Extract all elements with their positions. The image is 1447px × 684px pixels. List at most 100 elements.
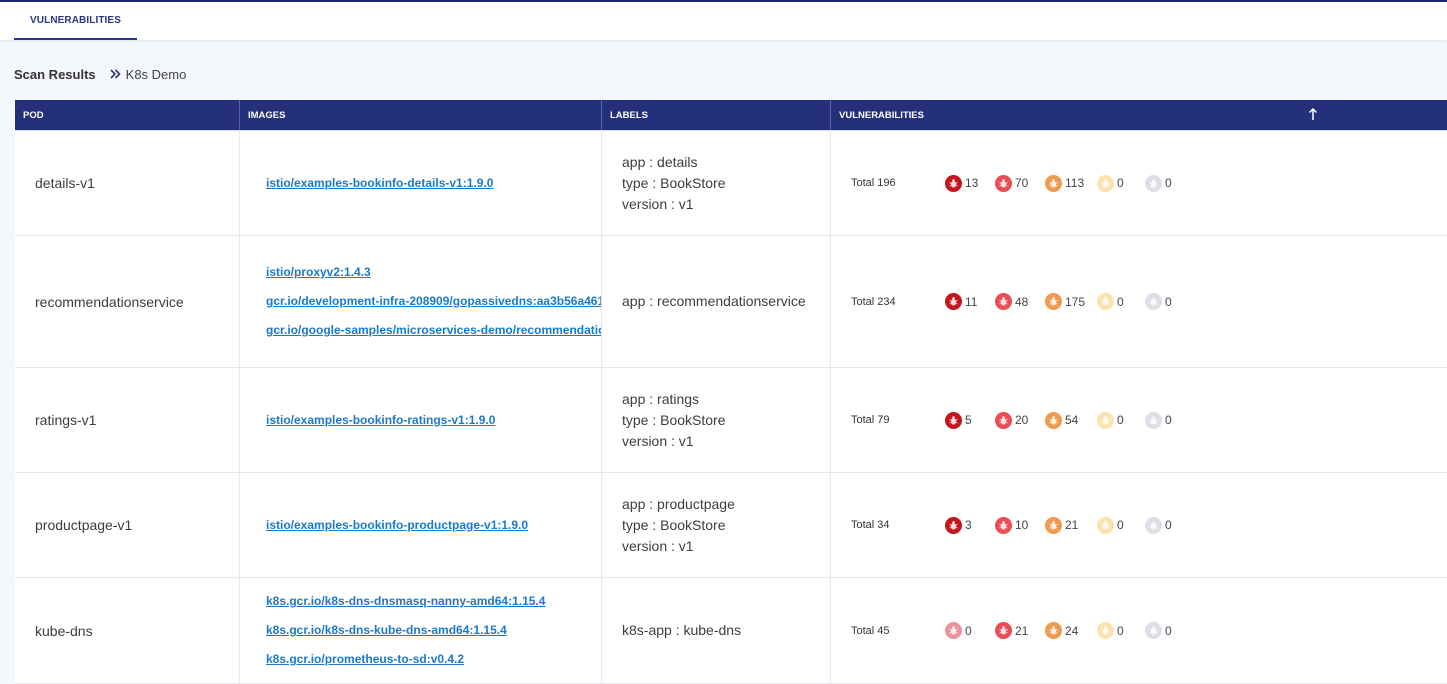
- label-item: type : BookStore: [622, 411, 726, 428]
- arrow-up-icon[interactable]: [1307, 107, 1319, 123]
- vulnerability-total: Total 196: [851, 177, 896, 189]
- severity-count: 21: [1065, 518, 1079, 532]
- pod-name: details-v1: [15, 131, 240, 235]
- severity-count: 0: [1165, 294, 1172, 309]
- bug-icon: [1145, 174, 1162, 192]
- image-link[interactable]: k8s.gcr.io/k8s-dns-kube-dns-amd64:1.15.4: [266, 623, 601, 638]
- bug-icon: [995, 516, 1012, 534]
- severity-low[interactable]: 0: [1097, 131, 1124, 235]
- image-link[interactable]: k8s.gcr.io/k8s-dns-dnsmasq-nanny-amd64:1…: [266, 594, 601, 609]
- bug-icon: [1045, 293, 1062, 310]
- severity-high[interactable]: 10: [995, 473, 1028, 577]
- tab-vulnerabilities[interactable]: VULNERABILITIES: [14, 2, 137, 40]
- severity-low[interactable]: 0: [1097, 236, 1124, 367]
- severity-critical[interactable]: 3: [945, 473, 972, 577]
- labels-cell: app : details type : BookStore version : v…: [602, 131, 831, 235]
- bug-icon: [1097, 411, 1114, 429]
- images-cell: istio/examples-bookinfo-details-v1:1.9.0: [240, 131, 602, 235]
- label-item: app : recommendationservice: [622, 293, 806, 309]
- header-labels[interactable]: LABELS: [602, 100, 831, 130]
- severity-medium[interactable]: 24: [1045, 578, 1078, 683]
- bug-icon: [945, 516, 962, 534]
- severity-high[interactable]: 48: [995, 236, 1028, 367]
- severity-unknown[interactable]: 0: [1145, 473, 1172, 577]
- table-body: details-v1 istio/examples-bookinfo-detail…: [15, 131, 1447, 684]
- double-chevron-right-icon: [110, 69, 121, 79]
- vulnerability-total: Total 34: [851, 519, 890, 531]
- severity-critical[interactable]: 11: [945, 236, 977, 367]
- severity-unknown[interactable]: 0: [1145, 131, 1172, 235]
- pod-name: kube-dns: [15, 578, 240, 683]
- header-images[interactable]: IMAGES: [240, 100, 602, 130]
- image-link[interactable]: istio/examples-bookinfo-details-v1:1.9.0: [266, 176, 601, 191]
- severity-count: 54: [1065, 413, 1079, 427]
- bug-icon: [1097, 174, 1114, 192]
- severity-count: 3: [965, 518, 972, 532]
- severity-critical[interactable]: 0: [945, 578, 972, 683]
- vulnerabilities-cell: Total 79: [831, 368, 1447, 472]
- severity-low[interactable]: 0: [1097, 368, 1124, 472]
- severity-count: 11: [965, 294, 978, 309]
- breadcrumb-root[interactable]: Scan Results: [14, 67, 96, 82]
- bug-icon: [1145, 293, 1162, 310]
- bug-icon: [945, 174, 962, 192]
- severity-medium[interactable]: 175: [1045, 236, 1085, 367]
- severity-count: 24: [1065, 623, 1079, 638]
- label-item: app : details: [622, 153, 698, 170]
- severity-critical[interactable]: 5: [945, 368, 972, 472]
- tab-bar: VULNERABILITIES: [0, 2, 1447, 40]
- table-row[interactable]: recommendationservice istio/proxyv2:1.4.3…: [15, 236, 1447, 368]
- table-row[interactable]: productpage-v1 istio/examples-bookinfo-pr…: [15, 473, 1447, 578]
- image-link[interactable]: gcr.io/google-samples/microservices-demo…: [266, 323, 601, 338]
- severity-unknown[interactable]: 0: [1145, 578, 1172, 683]
- labels-cell: app : productpage type : BookStore version…: [602, 473, 831, 577]
- severity-count: 0: [1165, 176, 1172, 190]
- severity-unknown[interactable]: 0: [1145, 236, 1172, 367]
- severity-medium[interactable]: 113: [1045, 131, 1084, 235]
- severity-high[interactable]: 21: [995, 578, 1028, 683]
- bug-icon: [995, 622, 1012, 639]
- bug-icon: [1097, 293, 1114, 310]
- vulnerability-total: Total 45: [851, 624, 890, 637]
- labels-cell: app : ratings type : BookStore version : v…: [602, 368, 831, 472]
- pod-name: productpage-v1: [15, 473, 240, 577]
- bug-icon: [1145, 622, 1162, 639]
- severity-medium[interactable]: 21: [1045, 473, 1078, 577]
- image-link[interactable]: k8s.gcr.io/prometheus-to-sd:v0.4.2: [266, 652, 601, 667]
- severity-count: 0: [1117, 176, 1124, 190]
- severity-low[interactable]: 0: [1097, 473, 1124, 577]
- table-row[interactable]: ratings-v1 istio/examples-bookinfo-rating…: [15, 368, 1447, 473]
- bug-icon: [1097, 516, 1114, 534]
- severity-low[interactable]: 0: [1097, 578, 1124, 683]
- image-link[interactable]: istio/examples-bookinfo-productpage-v1:1…: [266, 518, 601, 533]
- vulnerabilities-cell: Total 234: [831, 236, 1447, 367]
- severity-high[interactable]: 20: [995, 368, 1028, 472]
- vulnerabilities-cell: Total 34: [831, 473, 1447, 577]
- image-link[interactable]: istio/examples-bookinfo-ratings-v1:1.9.0: [266, 413, 601, 428]
- images-cell: k8s.gcr.io/k8s-dns-dnsmasq-nanny-amd64:1…: [240, 578, 602, 683]
- header-vulnerabilities[interactable]: VULNERABILITIES: [831, 100, 1447, 130]
- image-link[interactable]: gcr.io/development-infra-208909/gopassiv…: [266, 294, 601, 309]
- severity-count: 0: [1165, 623, 1172, 638]
- labels-cell: k8s-app : kube-dns: [602, 578, 831, 683]
- header-pod[interactable]: POD: [15, 100, 240, 130]
- severity-high[interactable]: 70: [995, 131, 1028, 235]
- pod-name: ratings-v1: [15, 368, 240, 472]
- bug-icon: [945, 293, 962, 310]
- bug-icon: [995, 174, 1012, 192]
- table-header: POD IMAGES LABELS VULNERABILITIES: [15, 100, 1447, 131]
- severity-critical[interactable]: 13: [945, 131, 978, 235]
- table-row[interactable]: kube-dns k8s.gcr.io/k8s-dns-dnsmasq-nanny…: [15, 578, 1447, 684]
- vulnerabilities-cell: Total 45: [831, 578, 1447, 683]
- label-item: app : productpage: [622, 495, 735, 512]
- label-item: type : BookStore: [622, 174, 726, 191]
- vulnerability-total: Total 79: [851, 414, 890, 426]
- severity-medium[interactable]: 54: [1045, 368, 1078, 472]
- severity-unknown[interactable]: 0: [1145, 368, 1172, 472]
- bug-icon: [1045, 411, 1062, 429]
- image-link[interactable]: istio/proxyv2:1.4.3: [266, 265, 601, 280]
- bug-icon: [1045, 622, 1062, 639]
- table-row[interactable]: details-v1 istio/examples-bookinfo-detail…: [15, 131, 1447, 236]
- severity-count: 0: [965, 623, 972, 638]
- severity-count: 10: [1015, 518, 1029, 532]
